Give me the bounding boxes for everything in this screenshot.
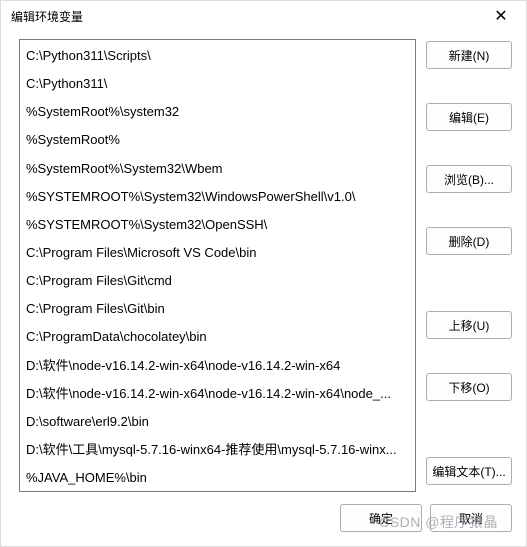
path-listbox[interactable]: C:\Python311\Scripts\C:\Python311\%Syste… [19, 39, 416, 492]
list-item[interactable]: C:\Program Files\Git\cmd [20, 267, 415, 295]
browse-button[interactable]: 浏览(B)... [426, 165, 512, 193]
edit-button[interactable]: 编辑(E) [426, 103, 512, 131]
move-up-button[interactable]: 上移(U) [426, 311, 512, 339]
titlebar: 编辑环境变量 ✕ [1, 1, 526, 31]
window-title: 编辑环境变量 [11, 8, 486, 25]
list-item[interactable]: D:\软件\node-v16.14.2-win-x64\node-v16.14.… [20, 380, 415, 408]
close-icon[interactable]: ✕ [486, 1, 516, 31]
edit-text-button[interactable]: 编辑文本(T)... [426, 457, 512, 485]
list-item[interactable]: D:\software\erl9.2\bin [20, 408, 415, 436]
list-item[interactable]: D:\软件\工具\mysql-5.7.16-winx64-推荐使用\mysql-… [20, 436, 415, 464]
ok-button[interactable]: 确定 [340, 504, 422, 532]
delete-button[interactable]: 删除(D) [426, 227, 512, 255]
list-item[interactable]: %SystemRoot%\system32 [20, 98, 415, 126]
cancel-button[interactable]: 取消 [430, 504, 512, 532]
footer: 确定 取消 CSDN @程序猿晶 [1, 492, 526, 546]
list-item[interactable]: C:\Program Files\Git\bin [20, 295, 415, 323]
list-item[interactable]: %SYSTEMROOT%\System32\WindowsPowerShell\… [20, 183, 415, 211]
new-button[interactable]: 新建(N) [426, 41, 512, 69]
list-item[interactable]: C:\Python311\ [20, 70, 415, 98]
list-item[interactable]: %SystemRoot%\System32\Wbem [20, 155, 415, 183]
list-item[interactable]: C:\Program Files\Microsoft VS Code\bin [20, 239, 415, 267]
list-item[interactable]: C:\Python311\Scripts\ [20, 42, 415, 70]
list-item[interactable]: %SystemRoot% [20, 126, 415, 154]
content-area: C:\Python311\Scripts\C:\Python311\%Syste… [1, 31, 526, 492]
list-item[interactable]: D:\软件\node-v16.14.2-win-x64\node-v16.14.… [20, 352, 415, 380]
move-down-button[interactable]: 下移(O) [426, 373, 512, 401]
side-buttons: 新建(N) 编辑(E) 浏览(B)... 删除(D) 上移(U) 下移(O) 编… [426, 39, 516, 492]
dialog-window: 编辑环境变量 ✕ C:\Python311\Scripts\C:\Python3… [0, 0, 527, 547]
list-item[interactable]: C:\ProgramData\chocolatey\bin [20, 323, 415, 351]
list-item[interactable]: %JAVA_HOME%\bin [20, 464, 415, 492]
list-item[interactable]: %SYSTEMROOT%\System32\OpenSSH\ [20, 211, 415, 239]
